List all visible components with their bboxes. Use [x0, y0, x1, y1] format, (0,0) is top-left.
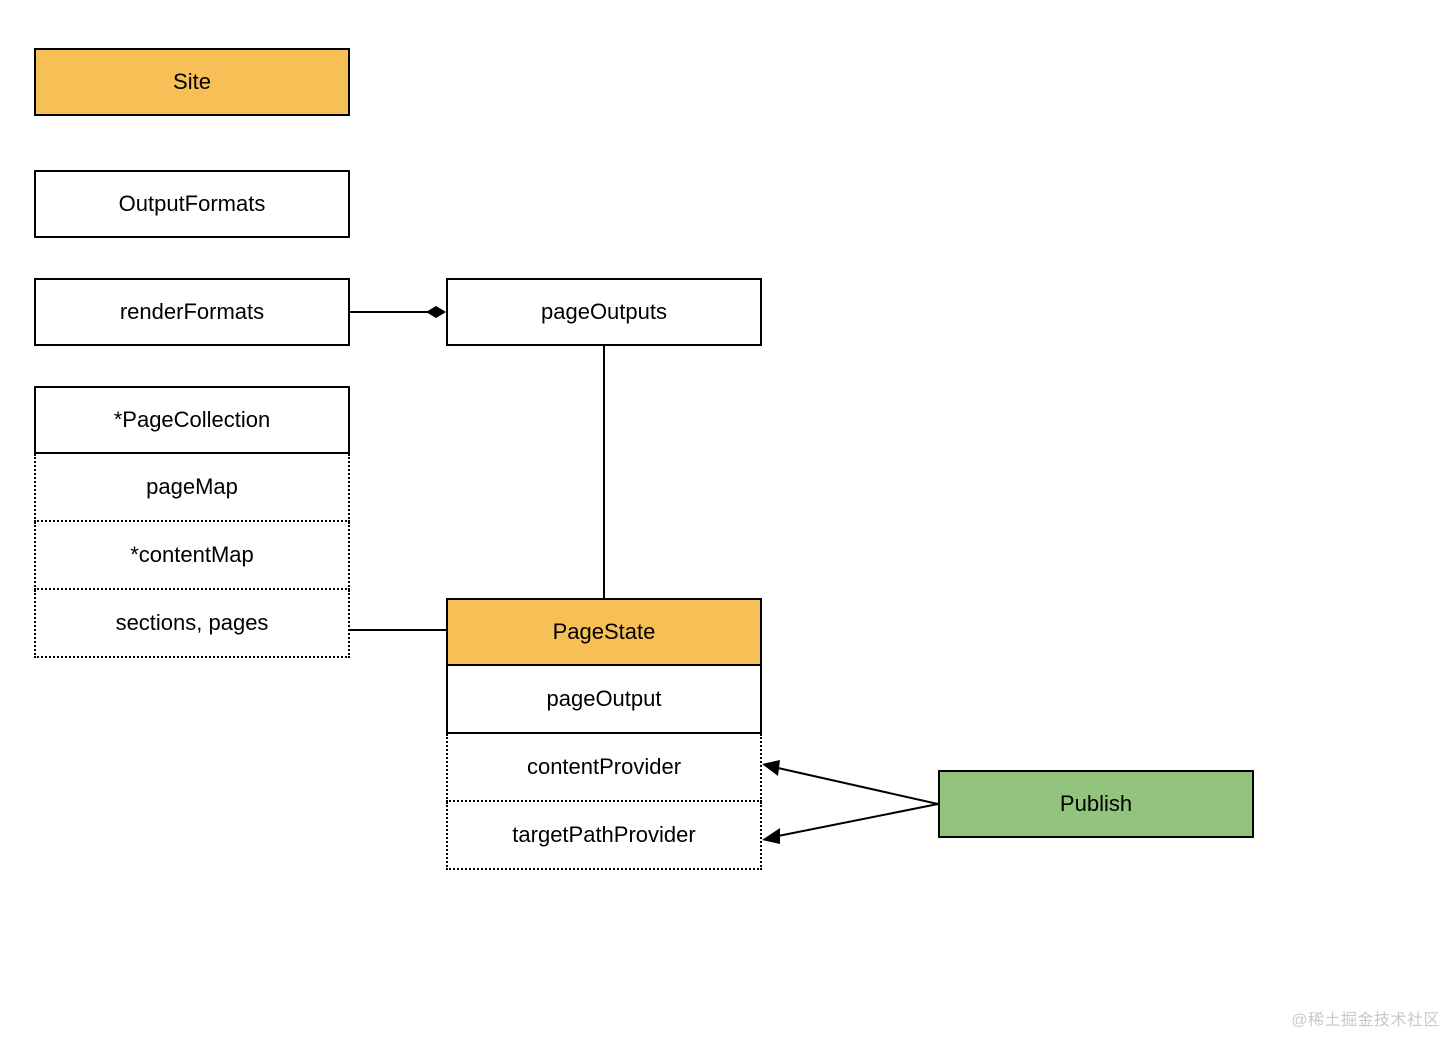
node-site-label: Site — [173, 69, 211, 95]
node-output-formats-label: OutputFormats — [119, 191, 266, 217]
node-target-path-provider: targetPathProvider — [446, 802, 762, 870]
edge-publish-contentprovider — [778, 768, 938, 804]
node-content-map: *contentMap — [34, 522, 350, 590]
node-render-formats-label: renderFormats — [120, 299, 264, 325]
node-page-output-label: pageOutput — [547, 686, 662, 712]
node-render-formats: renderFormats — [34, 278, 350, 346]
node-page-output: pageOutput — [446, 666, 762, 734]
node-page-outputs: pageOutputs — [446, 278, 762, 346]
arrowhead-targetpathprovider-icon — [762, 828, 780, 844]
node-page-map-label: pageMap — [146, 474, 238, 500]
node-output-formats: OutputFormats — [34, 170, 350, 238]
node-sections-pages-label: sections, pages — [116, 610, 269, 636]
node-page-outputs-label: pageOutputs — [541, 299, 667, 325]
node-page-collection-label: *PageCollection — [114, 407, 271, 433]
node-content-provider: contentProvider — [446, 734, 762, 802]
node-page-collection: *PageCollection — [34, 386, 350, 454]
node-content-provider-label: contentProvider — [527, 754, 681, 780]
node-page-state: PageState — [446, 598, 762, 666]
node-publish-label: Publish — [1060, 791, 1132, 817]
arrowhead-diamond-icon — [426, 306, 446, 318]
node-page-map: pageMap — [34, 454, 350, 522]
edge-publish-targetpathprovider — [778, 804, 938, 836]
node-site: Site — [34, 48, 350, 116]
watermark-text: @稀土掘金技术社区 — [1291, 1012, 1440, 1029]
node-publish: Publish — [938, 770, 1254, 838]
node-content-map-label: *contentMap — [130, 542, 254, 568]
node-sections-pages: sections, pages — [34, 590, 350, 658]
arrowhead-contentprovider-icon — [762, 760, 780, 776]
node-target-path-provider-label: targetPathProvider — [512, 822, 695, 848]
node-page-state-label: PageState — [553, 619, 656, 645]
diagram-canvas: Site OutputFormats renderFormats *PageCo… — [0, 0, 1456, 1040]
watermark: @稀土掘金技术社区 — [1291, 1006, 1440, 1030]
